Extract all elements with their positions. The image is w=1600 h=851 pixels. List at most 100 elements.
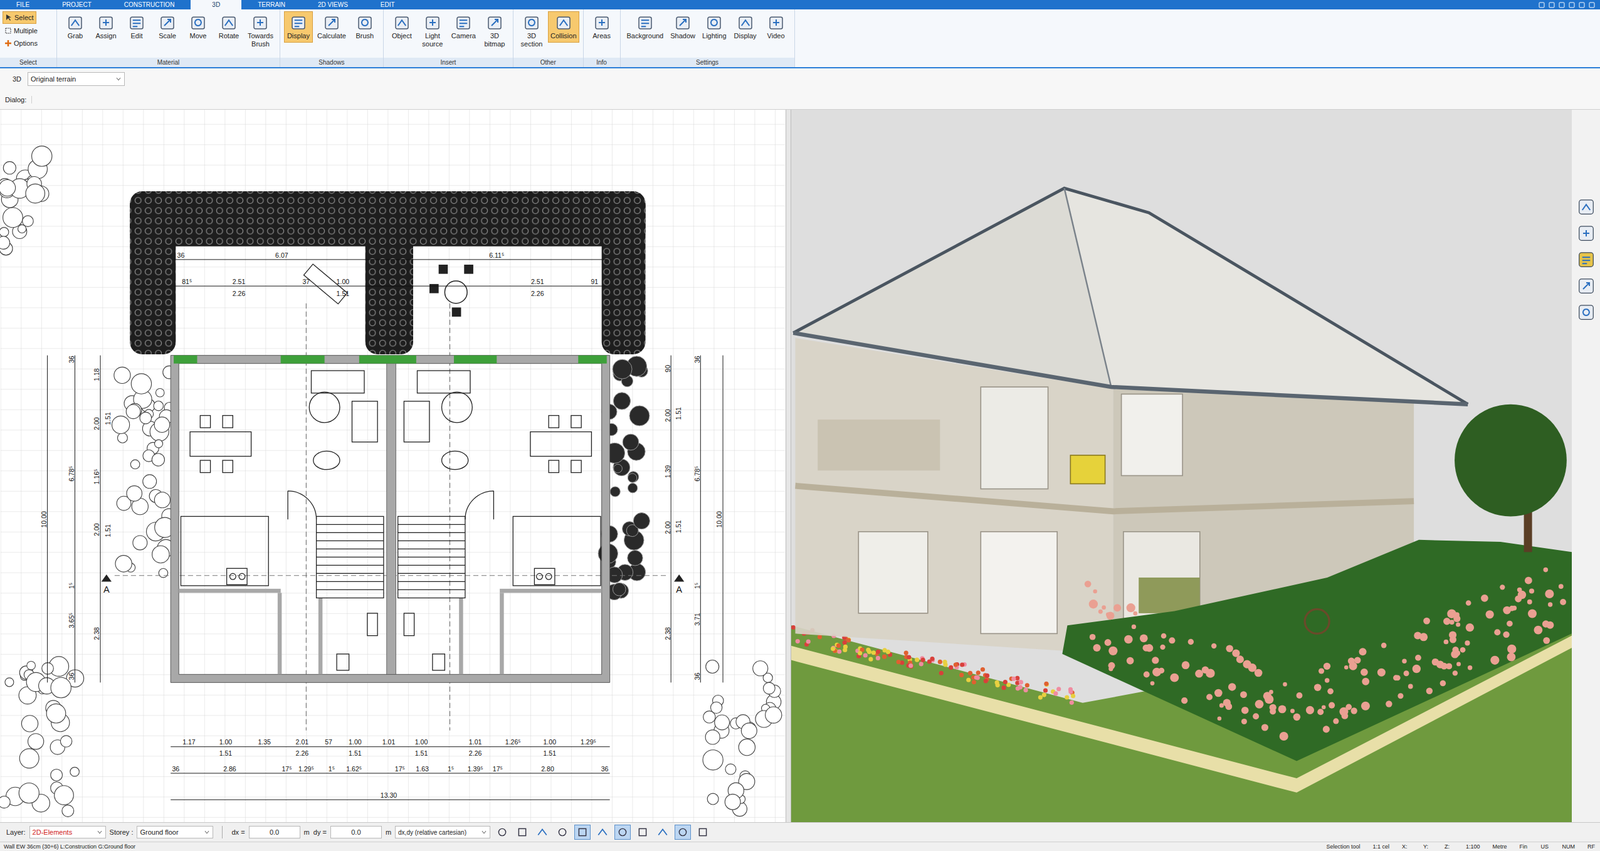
snap-tool[interactable] <box>594 824 611 840</box>
ribbon-button[interactable]: Lighting <box>699 11 730 43</box>
ribbon-button[interactable]: Brush <box>350 11 380 43</box>
snap-tool[interactable] <box>654 824 671 840</box>
ribbon-button[interactable]: Display <box>731 11 760 43</box>
window-control-icon[interactable] <box>1588 1 1595 9</box>
menu-tab[interactable]: TERRAIN <box>241 0 302 10</box>
ribbon-button[interactable]: Towards Brush <box>245 11 276 51</box>
dimension-label: 2.26 <box>531 289 545 298</box>
ribbon-button[interactable]: Camera <box>448 11 479 43</box>
ribbon-group: ObjectLight sourceCamera3D bitmapInsert <box>383 9 514 68</box>
ribbon-button[interactable]: Edit <box>122 11 152 43</box>
dimension-label: 1.00 <box>348 737 362 746</box>
floor-plan-view[interactable]: 366.076.11⁵81⁵2.51371.002.51912.261.512.… <box>0 109 786 822</box>
ribbon-button[interactable]: 3D bitmap <box>480 11 510 51</box>
ribbon-button[interactable]: Move <box>183 11 213 43</box>
window-control-icon[interactable] <box>1578 1 1585 9</box>
tool-icon <box>127 13 147 32</box>
dimension-label: 1⁵ <box>328 764 335 773</box>
3d-render[interactable] <box>791 109 1572 822</box>
ribbon-group-label: Other <box>513 57 584 68</box>
tool-icon <box>736 13 755 32</box>
dimension-label: 2.38 <box>92 626 101 641</box>
ribbon-button[interactable]: Display <box>284 11 313 43</box>
dimension-label: 1.35 <box>257 737 271 746</box>
tool-icon <box>355 13 375 32</box>
snap-tool[interactable] <box>534 824 551 840</box>
snap-tool[interactable] <box>514 824 531 840</box>
dimension-label: 91 <box>590 277 599 286</box>
dimension-label: 2.51 <box>232 277 246 286</box>
dimension-label: 1.51 <box>674 519 683 533</box>
snap-tool[interactable] <box>554 824 571 840</box>
ribbon-button[interactable]: Assign <box>91 11 121 43</box>
cad-window: FILEPROJECTCONSTRUCTION3DTERRAIN2D VIEWS… <box>0 0 1600 851</box>
3d-view[interactable] <box>791 109 1572 822</box>
side-tool-icon[interactable] <box>1576 302 1596 322</box>
storey-dropdown[interactable]: Ground floor <box>136 825 214 839</box>
ribbon-button[interactable]: Background <box>624 11 667 43</box>
ribbon-button[interactable]: 3D section <box>517 11 547 51</box>
dimension-label: 3.71 <box>693 612 701 626</box>
ribbon-button[interactable]: Grab <box>60 11 90 43</box>
menu-tab[interactable]: EDIT <box>364 0 412 10</box>
snap-tool-icon <box>677 826 689 838</box>
terrain-dropdown[interactable]: Original terrain <box>27 72 125 86</box>
snap-tool[interactable] <box>494 824 511 840</box>
side-tool-icon[interactable] <box>1576 250 1596 269</box>
dy-field[interactable]: 0.0 <box>330 825 382 839</box>
side-tool-icon[interactable] <box>1576 223 1596 243</box>
window-control-icon[interactable] <box>1558 1 1565 9</box>
menu-tab[interactable]: 3D <box>190 0 242 10</box>
tool-icon <box>65 13 85 32</box>
side-tool-icon[interactable] <box>1576 276 1596 296</box>
snap-tool[interactable] <box>694 824 711 840</box>
select-option[interactable]: Options <box>2 37 40 49</box>
dy-unit: m <box>385 828 392 836</box>
ribbon-button[interactable]: Shadow <box>667 11 698 43</box>
dimension-label: 1.63 <box>415 764 429 773</box>
window-control-icon[interactable] <box>1568 1 1575 9</box>
menu-tab[interactable]: PROJECT <box>45 0 108 10</box>
layer-dropdown[interactable]: 2D-Elements <box>29 825 106 839</box>
snap-tool[interactable] <box>614 824 631 840</box>
ribbon-button[interactable]: Areas <box>587 11 617 43</box>
snap-tool[interactable] <box>574 824 591 840</box>
tool-icon <box>704 13 724 32</box>
room-furniture <box>398 370 601 671</box>
select-option[interactable]: Select <box>2 11 37 24</box>
dimension-label: 36 <box>177 251 185 259</box>
menu-tab[interactable]: CONSTRUCTION <box>107 0 192 10</box>
ribbon-group-label: Shadows <box>280 57 384 68</box>
ribbon-button[interactable]: Calculate <box>314 11 349 43</box>
view-splitter[interactable] <box>785 109 792 822</box>
dimension-label: 1.51 <box>104 524 112 538</box>
menu-tab[interactable]: FILE <box>0 0 46 10</box>
dimension-label: 2.00 <box>663 408 672 422</box>
dx-field[interactable]: 0.0 <box>248 825 301 839</box>
coordinate-mode-dropdown[interactable]: dx,dy (relative cartesian) <box>394 825 491 839</box>
snap-tool[interactable] <box>634 824 651 840</box>
ribbon-button[interactable]: Scale <box>152 11 182 43</box>
ribbon-button[interactable]: Video <box>761 11 791 43</box>
ribbon-button[interactable]: Collision <box>547 11 580 43</box>
snap-tool[interactable] <box>674 824 691 840</box>
window-control-icon[interactable] <box>1548 1 1555 9</box>
side-tool-icon[interactable] <box>1576 197 1596 217</box>
ribbon-button[interactable]: Light source <box>418 11 448 51</box>
dimension-label: 57 <box>324 737 333 746</box>
dimension-label: 2.86 <box>223 764 237 773</box>
floor-plan-canvas[interactable]: 366.076.11⁵81⁵2.51371.002.51912.261.512.… <box>0 109 786 822</box>
dimension-label: 10.00 <box>715 510 723 528</box>
status-field: Fin <box>1519 843 1529 850</box>
ribbon-group-label: Settings <box>620 57 795 68</box>
select-option[interactable]: Multiple <box>2 25 40 37</box>
ribbon-button[interactable]: Rotate <box>214 11 244 43</box>
ribbon-group-label: Select <box>0 57 57 68</box>
menu-tab[interactable]: 2D VIEWS <box>301 0 365 10</box>
dx-label: dx = <box>231 828 245 836</box>
dimension-label: 2.01 <box>295 737 310 746</box>
terrace-furniture <box>304 263 474 317</box>
ribbon-button[interactable]: Object <box>387 11 417 43</box>
ribbon: SelectMultipleOptionsSelectGrabAssignEdi… <box>0 9 1600 69</box>
window-control-icon[interactable] <box>1538 1 1545 9</box>
